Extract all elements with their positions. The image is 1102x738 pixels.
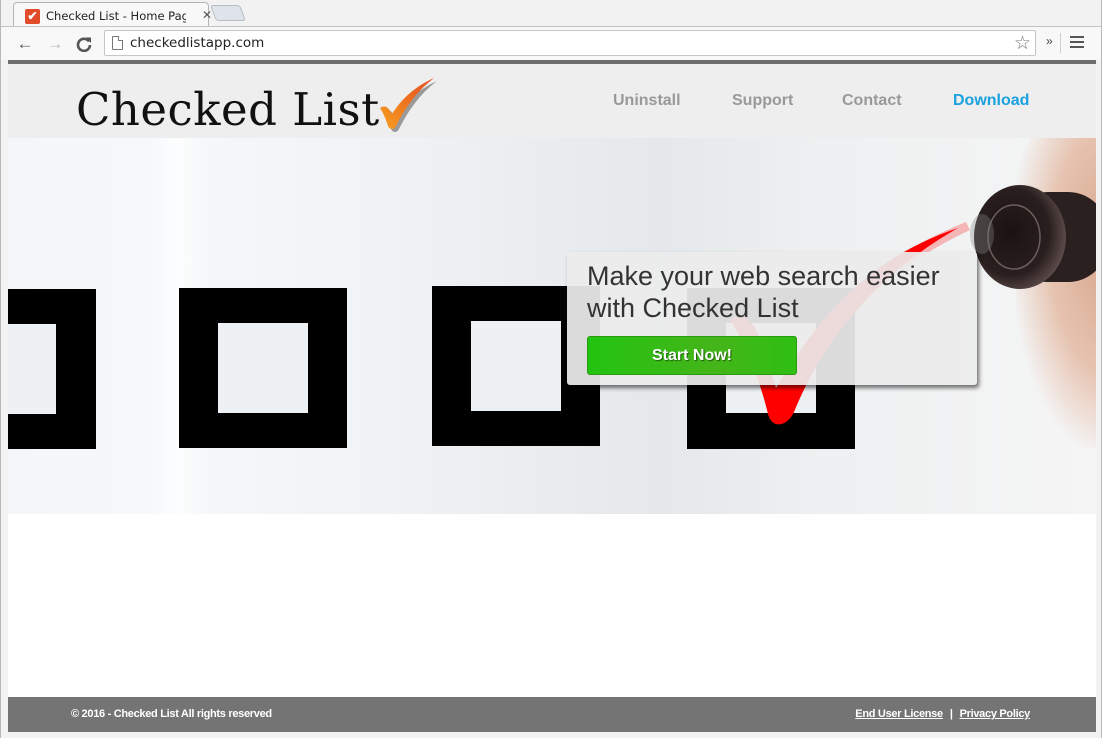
toolbar-divider bbox=[1060, 33, 1061, 53]
nav-support[interactable]: Support bbox=[732, 92, 793, 110]
browser-menu-icon[interactable] bbox=[1070, 36, 1084, 48]
privacy-policy-link[interactable]: Privacy Policy bbox=[960, 708, 1031, 720]
forward-arrow-icon[interactable]: → bbox=[44, 33, 66, 55]
browser-tab[interactable]: ✔ Checked List - Home Page ✕ bbox=[13, 2, 212, 26]
tab-title: Checked List - Home Page bbox=[46, 9, 186, 23]
reload-icon[interactable] bbox=[73, 33, 95, 55]
site-footer: © 2016 - Checked List All rights reserve… bbox=[8, 697, 1096, 732]
url-text[interactable]: checkedlistapp.com bbox=[130, 35, 264, 51]
tab-close-icon[interactable]: ✕ bbox=[202, 8, 212, 22]
browser-toolbar: ← → checkedlistapp.com ☆ » bbox=[1, 26, 1101, 60]
new-tab-button[interactable] bbox=[210, 5, 246, 21]
footer-link-separator: | bbox=[949, 708, 953, 720]
copyright-text: © 2016 - Checked List All rights reserve… bbox=[71, 708, 272, 720]
end-user-license-link[interactable]: End User License bbox=[855, 708, 943, 720]
bookmark-star-icon[interactable]: ☆ bbox=[1014, 32, 1031, 55]
favicon-check-icon: ✔ bbox=[25, 8, 40, 24]
page-viewport: Checked List Uninstall Support Contact D… bbox=[8, 60, 1096, 732]
footer-links: End User License | Privacy Policy bbox=[855, 708, 1030, 720]
marker-pen-image bbox=[970, 185, 1096, 289]
checkbox-illustration bbox=[179, 288, 347, 448]
logo-text: Checked List bbox=[76, 83, 380, 136]
nav-uninstall[interactable]: Uninstall bbox=[613, 92, 681, 110]
page-icon bbox=[112, 36, 123, 50]
hero-banner: Make your web search easier with Checked… bbox=[8, 138, 1096, 514]
hero-headline: Make your web search easier with Checked… bbox=[587, 261, 940, 323]
start-now-button[interactable]: Start Now! bbox=[587, 336, 797, 375]
address-bar[interactable]: checkedlistapp.com ☆ bbox=[104, 30, 1036, 56]
browser-window: ✔ Checked List - Home Page ✕ ← → checked… bbox=[0, 0, 1102, 738]
logo-checkmark-icon bbox=[379, 78, 436, 132]
extensions-overflow-icon[interactable]: » bbox=[1046, 34, 1053, 48]
nav-contact[interactable]: Contact bbox=[842, 92, 902, 110]
cta-card: Make your web search easier with Checked… bbox=[567, 252, 977, 385]
site-header: Checked List Uninstall Support Contact D… bbox=[8, 64, 1096, 138]
nav-download[interactable]: Download bbox=[953, 92, 1029, 110]
tab-strip: ✔ Checked List - Home Page ✕ bbox=[1, 0, 1101, 26]
site-logo[interactable]: Checked List bbox=[76, 72, 436, 132]
reload-glyph bbox=[76, 37, 92, 52]
checkbox-illustration bbox=[8, 289, 96, 449]
back-arrow-icon[interactable]: ← bbox=[14, 33, 36, 55]
